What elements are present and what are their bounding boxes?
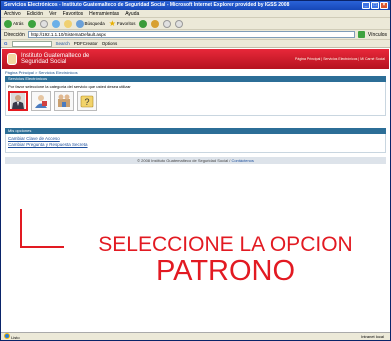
services-instruction: Por favor seleccione la categoría del se… bbox=[8, 84, 131, 89]
proveedor-icon bbox=[58, 94, 70, 107]
ayuda-option[interactable]: ? bbox=[77, 91, 97, 111]
browser-window: Servicios Electrónicos - Instituto Guate… bbox=[0, 0, 391, 341]
header-links[interactable]: Página Principal | Servicios Electrónico… bbox=[295, 57, 389, 61]
toolbar: Atrás Búsqueda ★ Favoritos bbox=[1, 18, 390, 30]
annotation-line2: PATRONO bbox=[155, 255, 296, 287]
menu-herramientas[interactable]: Herramientas bbox=[89, 10, 119, 17]
address-label: Dirección bbox=[4, 31, 25, 38]
history-icon[interactable] bbox=[151, 19, 160, 28]
annotation-line bbox=[20, 246, 64, 248]
afiliado-option[interactable] bbox=[31, 91, 51, 111]
home-icon[interactable] bbox=[63, 19, 72, 28]
address-bar: Dirección http://192.1.1.10/SistemaDefau… bbox=[1, 30, 390, 40]
footer-copyright: © 2008 Instituto Guatemalteco de Segurid… bbox=[137, 158, 231, 163]
menu-archivo[interactable]: Archivo bbox=[4, 10, 21, 17]
maximize-button[interactable]: □ bbox=[371, 2, 379, 9]
address-input[interactable]: http://192.1.1.10/SistemaDefault.aspx bbox=[27, 31, 355, 38]
status-text: Listo bbox=[11, 335, 20, 340]
page-icon bbox=[4, 333, 10, 339]
go-button[interactable] bbox=[357, 31, 365, 38]
site-name-line2: Seguridad Social bbox=[21, 59, 67, 65]
media-icon[interactable] bbox=[139, 19, 148, 28]
minimize-button[interactable]: _ bbox=[362, 2, 370, 9]
window-title: Servicios Electrónicos - Instituto Guate… bbox=[4, 2, 290, 8]
footer: © 2008 Instituto Guatemalteco de Segurid… bbox=[5, 157, 386, 164]
options-box: Cambiar Clave de Acceso Cambiar Pregunta… bbox=[5, 134, 386, 153]
search-label: Búsqueda bbox=[84, 21, 105, 26]
patrono-icon bbox=[11, 93, 25, 109]
back-button[interactable]: Atrás bbox=[4, 19, 24, 28]
proveedor-option[interactable] bbox=[54, 91, 74, 111]
menu-ver[interactable]: Ver bbox=[49, 10, 57, 17]
mail-icon[interactable] bbox=[163, 19, 172, 28]
menu-ayuda[interactable]: Ayuda bbox=[125, 10, 139, 17]
close-button[interactable]: × bbox=[380, 2, 388, 9]
annotation-vertical-line bbox=[20, 209, 22, 247]
afiliado-icon bbox=[35, 95, 47, 108]
title-bar: Servicios Electrónicos - Instituto Guate… bbox=[1, 1, 390, 10]
favorites-button[interactable]: ★ Favoritos bbox=[109, 19, 136, 28]
services-box: Por favor seleccione la categoría del se… bbox=[5, 82, 386, 116]
forward-arrow-icon[interactable] bbox=[27, 19, 36, 28]
favorites-label: Favoritos bbox=[116, 21, 136, 26]
site-name: Instituto Guatemalteco de Seguridad Soci… bbox=[21, 53, 101, 65]
stop-icon[interactable] bbox=[39, 19, 48, 28]
menu-favoritos[interactable]: Favoritos bbox=[63, 10, 84, 17]
svg-text:?: ? bbox=[84, 97, 89, 107]
search-button[interactable]: Búsqueda bbox=[75, 19, 105, 28]
service-icons: ? bbox=[8, 91, 383, 111]
zone-indicator: Intranet local bbox=[361, 334, 384, 339]
print-icon[interactable] bbox=[175, 19, 184, 28]
breadcrumb[interactable]: Página Principal > Servicios Electrónico… bbox=[2, 69, 389, 76]
refresh-icon[interactable] bbox=[51, 19, 60, 28]
links-bar: G Search PDFCreator Options bbox=[1, 40, 390, 48]
star-icon: ★ bbox=[108, 19, 116, 28]
links-label[interactable]: Vínculos bbox=[368, 32, 387, 38]
igss-logo-icon bbox=[7, 53, 17, 65]
patrono-option[interactable] bbox=[8, 91, 28, 111]
back-label: Atrás bbox=[13, 21, 24, 26]
google-logo-icon: G bbox=[4, 41, 8, 46]
status-left: Listo bbox=[4, 333, 20, 340]
help-question-icon: ? bbox=[80, 95, 94, 108]
back-arrow-icon bbox=[4, 19, 12, 28]
search-icon bbox=[75, 19, 84, 28]
status-bar: Listo Intranet local bbox=[1, 332, 390, 340]
options-link[interactable]: Options bbox=[102, 41, 118, 46]
contact-link[interactable]: Contáctenos bbox=[231, 158, 253, 163]
google-search-input[interactable] bbox=[11, 40, 52, 47]
page-content: Instituto Guatemalteco de Seguridad Soci… bbox=[2, 49, 389, 332]
site-header: Instituto Guatemalteco de Seguridad Soci… bbox=[2, 49, 389, 69]
annotation-line1: SELECCIONE LA OPCION bbox=[98, 233, 353, 256]
menu-edicion[interactable]: Edición bbox=[27, 10, 43, 17]
search-link[interactable]: Search bbox=[56, 41, 70, 46]
pdfcreator-link[interactable]: PDFCreator bbox=[74, 41, 98, 46]
change-secret-question-link[interactable]: Cambiar Pregunta y Respuesta Secreta bbox=[8, 142, 383, 148]
menu-bar: Archivo Edición Ver Favoritos Herramient… bbox=[1, 10, 390, 18]
